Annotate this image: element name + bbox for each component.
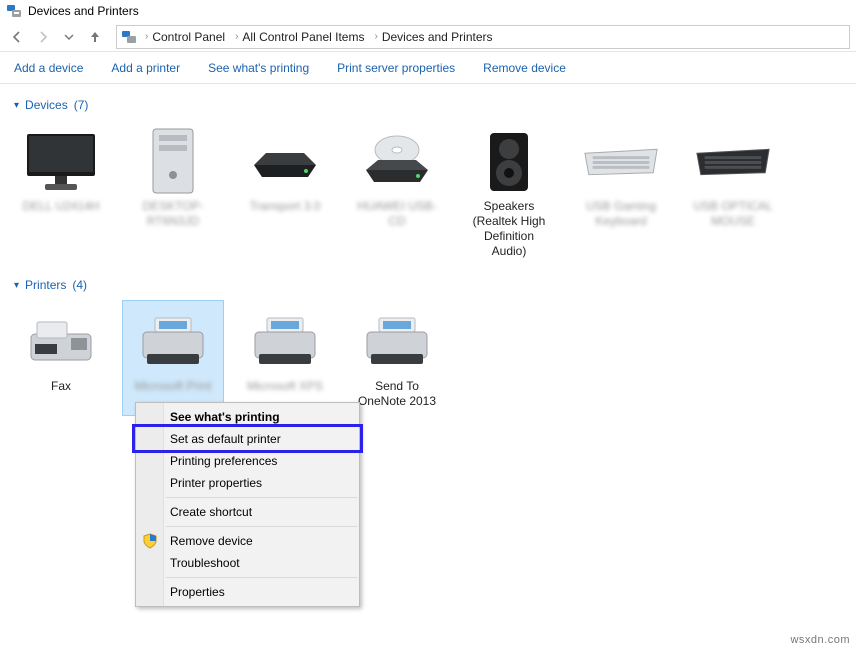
- recent-locations-dropdown[interactable]: [58, 26, 80, 48]
- menu-separator: [166, 497, 357, 498]
- printer-icon: [133, 307, 213, 377]
- cmd-print-server[interactable]: Print server properties: [337, 61, 455, 75]
- monitor-icon: [21, 127, 101, 197]
- menu-see-whats-printing[interactable]: See what's printing: [136, 406, 359, 428]
- menu-create-shortcut[interactable]: Create shortcut: [136, 501, 359, 523]
- tower-icon: [133, 127, 213, 197]
- disc-drive-icon: [357, 127, 437, 197]
- device-label: HUAWEI USB-CD: [349, 199, 445, 229]
- printers-grid: Fax Microsoft Print: [4, 296, 852, 424]
- menu-separator: [166, 526, 357, 527]
- printer-item[interactable]: Microsoft Print: [122, 300, 224, 416]
- window-title: Devices and Printers: [28, 4, 139, 18]
- breadcrumb[interactable]: ›All Control Panel Items: [231, 30, 366, 44]
- back-button[interactable]: [6, 26, 28, 48]
- printer-item-fax[interactable]: Fax: [10, 300, 112, 416]
- device-item[interactable]: USB Gaming Keyboard: [570, 120, 672, 266]
- device-label: Speakers (Realtek High Definition Audio): [461, 199, 557, 259]
- device-item[interactable]: DELL U2414H: [10, 120, 112, 266]
- device-item[interactable]: Transport 3.0: [234, 120, 336, 266]
- device-item[interactable]: HUAWEI USB-CD: [346, 120, 448, 266]
- drive-icon: [245, 127, 325, 197]
- group-header-devices[interactable]: ▾ Devices (7): [4, 94, 852, 116]
- device-label: USB Gaming Keyboard: [573, 199, 669, 229]
- menu-printing-preferences[interactable]: Printing preferences: [136, 450, 359, 472]
- keyboard-dark-icon: [693, 127, 773, 197]
- device-item[interactable]: DESKTOP-RT6N3JD: [122, 120, 224, 266]
- context-menu: See what's printing Set as default print…: [135, 402, 360, 607]
- cmd-add-printer[interactable]: Add a printer: [111, 61, 180, 75]
- menu-remove-device[interactable]: Remove device: [136, 530, 359, 552]
- group-label: Devices: [25, 98, 68, 112]
- printer-icon: [245, 307, 325, 377]
- fax-icon: [21, 307, 101, 377]
- cmd-remove-device[interactable]: Remove device: [483, 61, 566, 75]
- cmd-add-device[interactable]: Add a device: [14, 61, 83, 75]
- printer-label: Fax: [51, 379, 71, 409]
- forward-button[interactable]: [32, 26, 54, 48]
- content-area: ▾ Devices (7) DELL U2414H: [0, 84, 856, 434]
- up-button[interactable]: [84, 26, 106, 48]
- nav-bar: ›Control Panel ›All Control Panel Items …: [0, 22, 856, 52]
- device-item[interactable]: Speakers (Realtek High Definition Audio): [458, 120, 560, 266]
- devices-printers-icon: [6, 3, 22, 19]
- device-label: DELL U2414H: [23, 199, 100, 229]
- cmd-see-printing[interactable]: See what's printing: [208, 61, 309, 75]
- title-bar: Devices and Printers: [0, 0, 856, 22]
- menu-set-default-printer[interactable]: Set as default printer: [136, 428, 359, 450]
- chevron-down-icon: ▾: [14, 280, 19, 291]
- chevron-down-icon: ▾: [14, 100, 19, 111]
- address-bar[interactable]: ›Control Panel ›All Control Panel Items …: [116, 25, 850, 49]
- menu-properties[interactable]: Properties: [136, 581, 359, 603]
- device-label: USB OPTICAL MOUSE: [685, 199, 781, 229]
- group-count: (4): [72, 278, 87, 292]
- menu-printer-properties[interactable]: Printer properties: [136, 472, 359, 494]
- breadcrumb[interactable]: ›Control Panel: [141, 30, 227, 44]
- printer-label: Send ToOneNote 2013: [358, 379, 436, 409]
- keyboard-icon: [581, 127, 661, 197]
- group-header-printers[interactable]: ▾ Printers (4): [4, 274, 852, 296]
- group-label: Printers: [25, 278, 66, 292]
- device-label: DESKTOP-RT6N3JD: [125, 199, 221, 229]
- devices-grid: DELL U2414H DESKTOP-RT6N3JD: [4, 116, 852, 274]
- menu-separator: [166, 577, 357, 578]
- command-bar: Add a device Add a printer See what's pr…: [0, 52, 856, 84]
- speaker-icon: [469, 127, 549, 197]
- breadcrumb[interactable]: ›Devices and Printers: [370, 30, 494, 44]
- device-label: Transport 3.0: [250, 199, 321, 229]
- group-count: (7): [74, 98, 89, 112]
- device-item[interactable]: USB OPTICAL MOUSE: [682, 120, 784, 266]
- menu-troubleshoot[interactable]: Troubleshoot: [136, 552, 359, 574]
- watermark: wsxdn.com: [790, 634, 850, 646]
- shield-icon: [142, 533, 158, 549]
- breadcrumb-root-icon: [121, 29, 137, 45]
- printer-icon: [357, 307, 437, 377]
- printer-item-sendto[interactable]: Send ToOneNote 2013: [346, 300, 448, 416]
- printer-item[interactable]: Microsoft XPS: [234, 300, 336, 416]
